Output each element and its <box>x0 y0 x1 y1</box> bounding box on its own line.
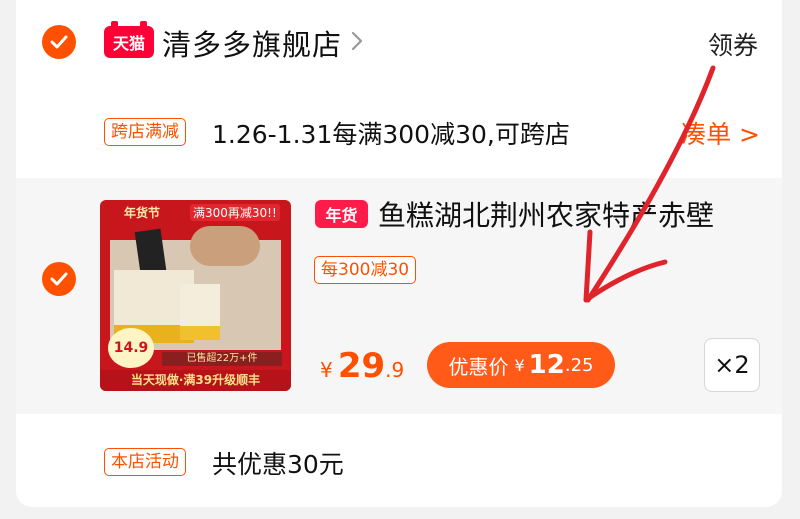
product-price: ¥ 29.9 <box>320 346 404 386</box>
new-year-goods-tag: 年货 <box>315 200 368 228</box>
image-sold-text: 已售超22万+件 <box>162 352 282 366</box>
cart-item: 年货节 满300再减30!! 14.9 已售超22万+件 当天现做·满39升级顺… <box>16 178 782 414</box>
add-items-link[interactable]: 凑单 > <box>681 115 760 151</box>
hand-graphic <box>190 226 260 266</box>
discount-integer: 12 <box>528 350 565 380</box>
store-activity: 本店活动 共优惠30元 <box>16 440 782 490</box>
promo-text: 1.26-1.31每满300减30,可跨店 <box>212 120 570 149</box>
price-integer: 29 <box>337 346 386 386</box>
tmall-logo-icon: 天猫 <box>104 21 154 58</box>
image-banner-text: 当天现做·满39升级顺丰 <box>100 370 291 391</box>
check-icon <box>50 272 68 286</box>
price-currency: ¥ <box>320 358 333 382</box>
get-coupon-button[interactable]: 领券 <box>708 26 758 62</box>
discount-decimal: .25 <box>564 354 594 376</box>
activity-text: 共优惠30元 <box>212 450 344 479</box>
image-festival-text: 年货节 <box>124 206 161 220</box>
store-select-checkbox[interactable] <box>42 25 76 59</box>
discount-label: 优惠价 <box>448 354 509 379</box>
item-select-checkbox[interactable] <box>42 262 76 296</box>
cross-store-promo: 跨店满减 1.26-1.31每满300减30,可跨店 凑单 > <box>16 105 782 161</box>
quantity-button[interactable]: ×2 <box>704 338 760 392</box>
product-title[interactable]: 鱼糕湖北荆州农家特产赤壁 <box>378 194 714 234</box>
product-image[interactable]: 年货节 满300再减30!! 14.9 已售超22万+件 当天现做·满39升级顺… <box>100 200 291 391</box>
store-name[interactable]: 清多多旗舰店 <box>162 22 342 64</box>
fish-cake-slice-graphic <box>180 284 220 340</box>
chevron-right-icon[interactable] <box>344 28 370 54</box>
discount-currency: ¥ <box>514 355 525 375</box>
discount-rule-tag: 每300减30 <box>314 256 417 284</box>
discounted-price-badge[interactable]: 优惠价 ¥ 12.25 <box>427 342 615 388</box>
cart-store-card: 天猫 清多多旗舰店 领券 跨店满减 1.26-1.31每满300减30,可跨店 … <box>16 0 782 507</box>
price-decimal: .9 <box>385 358 405 382</box>
check-icon <box>50 35 68 49</box>
tmall-logo-text: 天猫 <box>112 34 145 53</box>
activity-tag: 本店活动 <box>104 448 186 476</box>
image-promo-text: 满300再减30!! <box>190 204 280 221</box>
promo-tag: 跨店满减 <box>104 118 186 146</box>
image-price-badge: 14.9 <box>108 328 154 368</box>
store-header: 天猫 清多多旗舰店 领券 <box>16 0 782 84</box>
